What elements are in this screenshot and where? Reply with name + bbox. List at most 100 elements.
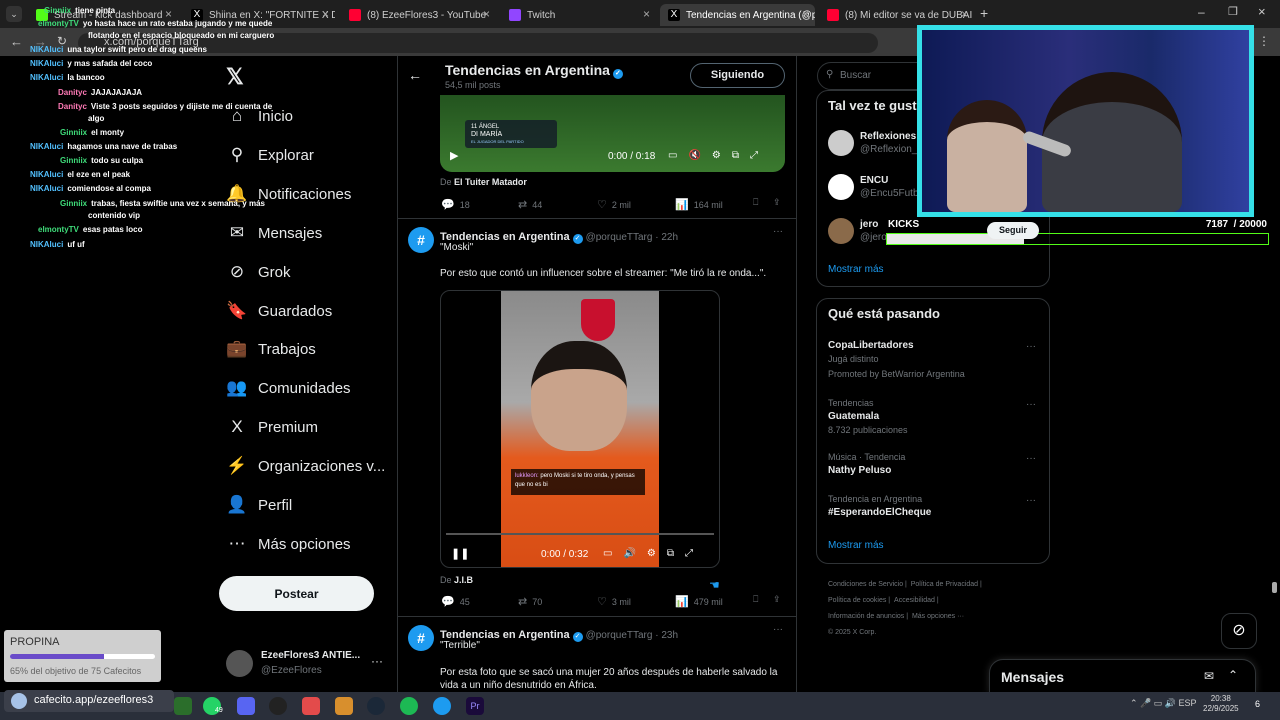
tab-twitch[interactable]: Twitch ×	[501, 4, 656, 26]
messages-drawer[interactable]: Mensajes ✉ ⌃	[989, 659, 1256, 693]
taskbar-app-x-icon[interactable]	[335, 697, 353, 715]
account-switcher[interactable]: EzeeFlores3 ANTIE... @EzeeFlores ···	[226, 648, 386, 680]
close-icon[interactable]: ×	[322, 7, 329, 21]
views-button[interactable]: 📊 479 mil	[675, 595, 723, 608]
new-message-icon[interactable]: ✉	[1204, 669, 1214, 683]
sidebar-item-7[interactable]: 👥 Comunidades	[226, 373, 350, 403]
system-tray[interactable]: ⌃ 🎤 ▭ 🔊 ESP	[1130, 698, 1196, 709]
follow-suggestion-button[interactable]: Seguir	[987, 222, 1039, 239]
reply-button[interactable]: 💬 45	[441, 595, 470, 608]
footer-privacy[interactable]: Política de Privacidad |	[911, 581, 982, 588]
minimize-button[interactable]: –	[1198, 5, 1205, 19]
tweet-avatar[interactable]: #	[408, 227, 434, 253]
progress-track[interactable]	[446, 533, 714, 535]
close-icon[interactable]: ×	[483, 7, 490, 21]
tweet1-video[interactable]: lukkleon: pero Moski si te tiro onda, y …	[440, 290, 720, 568]
tweet-more-icon[interactable]: ···	[773, 226, 783, 237]
trend-more-icon[interactable]: ···	[1026, 399, 1036, 410]
spotify-icon[interactable]	[400, 697, 418, 715]
footer-terms[interactable]: Condiciones de Servicio |	[828, 581, 907, 588]
chat-username[interactable]: Ginniix	[60, 128, 87, 137]
like-button[interactable]: ♡ 2 mil	[597, 198, 631, 211]
tab-youtube-editor[interactable]: (8) Mi editor se va de DUBAI ×	[819, 4, 974, 26]
show-more-link[interactable]: Mostrar más	[828, 264, 884, 275]
chat-username[interactable]: Ginniix	[44, 6, 71, 15]
sidebar-item-10[interactable]: 👤 Perfil	[226, 490, 292, 520]
tweet-more-icon[interactable]: ···	[773, 624, 783, 635]
pause-icon[interactable]: ❚❚	[451, 547, 469, 560]
share-icon[interactable]: ⇪	[773, 594, 781, 605]
chat-username[interactable]: Danityc	[58, 88, 87, 97]
taskbar-app-blue-icon[interactable]	[433, 697, 451, 715]
extensions-icon[interactable]: ⋮	[1258, 34, 1270, 48]
suggested-name[interactable]: ENCU	[860, 175, 888, 186]
suggested-avatar[interactable]	[828, 174, 854, 200]
suggested-name[interactable]: Reflexiones	[860, 131, 916, 142]
close-icon[interactable]: ×	[802, 7, 809, 21]
expand-icon[interactable]: ⌃	[1228, 668, 1238, 682]
bookmark-icon[interactable]: ⎕	[753, 594, 758, 605]
scrollbar[interactable]	[1272, 582, 1277, 593]
chat-username[interactable]: Ginniix	[60, 199, 87, 208]
more-icon[interactable]: ···	[371, 654, 383, 668]
chat-username[interactable]: elmontyTV	[38, 19, 79, 28]
sidebar-item-4[interactable]: ⊘ Grok	[226, 257, 291, 287]
trend-more-icon[interactable]: ···	[1026, 453, 1036, 464]
trend-more-icon[interactable]: ···	[1026, 341, 1036, 352]
tab-tendencias[interactable]: X Tendencias en Argentina (@por ×	[660, 4, 815, 26]
sidebar-item-11[interactable]: ⋯ Más opciones	[226, 529, 351, 559]
post-button[interactable]: Postear	[219, 576, 374, 611]
close-icon[interactable]: ×	[643, 7, 650, 21]
footer-ads[interactable]: Información de anuncios |	[828, 613, 908, 620]
video-controls[interactable]: ▭🔊⚙⧉⤢	[603, 548, 704, 559]
chat-username[interactable]: NIKAluci	[30, 73, 63, 82]
chat-username[interactable]: NIKAluci	[30, 59, 63, 68]
play-icon[interactable]: ▶	[450, 149, 458, 162]
chat-username[interactable]: NIKAluci	[30, 142, 63, 151]
sidebar-item-5[interactable]: 🔖 Guardados	[226, 296, 332, 326]
premiere-icon[interactable]: Pr	[466, 697, 484, 715]
following-button[interactable]: Siguiendo	[690, 63, 785, 88]
new-tab-button[interactable]: +	[980, 5, 988, 21]
obs-icon[interactable]	[269, 697, 287, 715]
source-author[interactable]: El Tuiter Matador	[454, 177, 527, 187]
language-indicator[interactable]: ESP	[1178, 698, 1196, 708]
chat-username[interactable]: elmontyTV	[38, 225, 79, 234]
chat-username[interactable]: Danityc	[58, 102, 87, 111]
grok-floating-button[interactable]: ⊘	[1221, 613, 1257, 649]
like-button[interactable]: ♡ 3 mil	[597, 595, 631, 608]
video-controls[interactable]: ▭🔇⚙⧉⤢	[668, 150, 769, 161]
views-button[interactable]: 📊 164 mil	[675, 198, 723, 211]
close-window-button[interactable]: ×	[1258, 4, 1266, 19]
trend-more-icon[interactable]: ···	[1026, 495, 1036, 506]
steam-icon[interactable]	[367, 697, 385, 715]
discord-icon[interactable]	[237, 697, 255, 715]
cafecito-banner[interactable]: cafecito.app/ezeeflores3	[4, 690, 174, 712]
suggested-avatar[interactable]	[828, 218, 854, 244]
chat-username[interactable]: NIKAluci	[30, 184, 63, 193]
sidebar-item-6[interactable]: 💼 Trabajos	[226, 334, 315, 364]
bookmark-icon[interactable]: ⎕	[753, 197, 758, 208]
suggested-name[interactable]: jero	[860, 219, 878, 230]
suggested-avatar[interactable]	[828, 130, 854, 156]
retweet-button[interactable]: ⇄ 44	[518, 198, 542, 211]
taskbar-app-red-icon[interactable]	[302, 697, 320, 715]
chat-username[interactable]: NIKAluci	[30, 240, 63, 249]
footer-cookies[interactable]: Política de cookies |	[828, 597, 890, 604]
tweet-avatar[interactable]: #	[408, 625, 434, 651]
show-more-link[interactable]: Mostrar más	[828, 540, 884, 551]
footer-more[interactable]: Más opciones ···	[912, 613, 964, 620]
chat-username[interactable]: NIKAluci	[30, 45, 63, 54]
notification-center-icon[interactable]: 6	[1255, 699, 1260, 709]
chat-username[interactable]: Ginniix	[60, 156, 87, 165]
tweet0-video[interactable]: 11 ÁNGEL DI MARÍA EL JUGADOR DEL PARTIDO…	[440, 95, 785, 172]
reply-button[interactable]: 💬 18	[441, 198, 470, 211]
footer-accessibility[interactable]: Accesibilidad |	[894, 597, 939, 604]
source-author[interactable]: J.I.B	[454, 575, 473, 585]
chat-username[interactable]: NIKAluci	[30, 170, 63, 179]
share-icon[interactable]: ⇪	[773, 197, 781, 208]
taskbar-app-b-icon[interactable]	[174, 697, 192, 715]
maximize-button[interactable]: ❐	[1228, 5, 1238, 18]
tab-youtube[interactable]: (8) EzeeFlores3 - YouTube ×	[341, 4, 496, 26]
sidebar-item-8[interactable]: X Premium	[226, 412, 318, 442]
